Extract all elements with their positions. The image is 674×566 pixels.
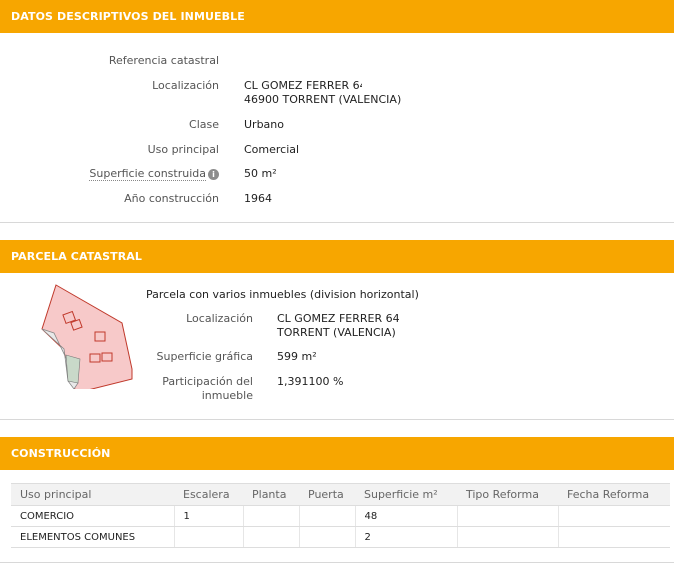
label-anio: Año construcción <box>124 192 219 205</box>
col-puerta: Puerta <box>299 483 355 506</box>
value-parcela-localizacion-line2: TORRENT (VALENCIA) <box>277 326 396 339</box>
parcel-plot-thumbnail[interactable] <box>28 283 138 389</box>
value-localizacion-line2: 46900 TORRENT (VALENCIA) <box>244 93 402 106</box>
label-uso: Uso principal <box>147 143 219 156</box>
col-escalera: Escalera <box>174 483 243 506</box>
value-parcela-localizacion-line1: CL GOMEZ FERRER 64 <box>277 312 400 325</box>
section-header-datos: DATOS DESCRIPTIVOS DEL INMUEBLE <box>0 0 674 33</box>
construccion-table: Uso principal Escalera Planta Puerta Sup… <box>11 483 670 548</box>
label-referencia: Referencia catastral <box>108 54 219 67</box>
section-header-construccion: CONSTRUCCIÓN <box>0 437 674 470</box>
label-parcela-participacion-line1: Participación del <box>162 375 253 388</box>
cell-uso: ELEMENTOS COMUNES <box>11 526 174 548</box>
cell-planta <box>242 505 299 527</box>
cell-fecha-reforma <box>557 526 670 548</box>
table-row: ELEMENTOS COMUNES 2 <box>11 526 670 548</box>
value-uso: Comercial <box>244 143 300 156</box>
cell-superficie: 2 <box>354 526 457 548</box>
cell-superficie: 48 <box>354 505 457 527</box>
value-superficie: 50 m² <box>244 167 277 180</box>
section-header-parcela: PARCELA CATASTRAL <box>0 240 674 273</box>
table-header-row: Uso principal Escalera Planta Puerta Sup… <box>11 483 670 506</box>
parcel-green-area <box>65 354 81 384</box>
datos-panel: Referencia catastral Localización CL GOM… <box>0 33 674 223</box>
value-parcela-participacion: 1,391100 % <box>277 375 344 388</box>
cell-planta <box>242 526 299 548</box>
cell-uso: COMERCIO <box>11 505 174 527</box>
label-localizacion: Localización <box>152 79 219 92</box>
label-parcela-superficie: Superficie gráfica <box>156 350 254 363</box>
value-localizacion-line1: CL GOMEZ FERRER 64 E <box>244 79 362 92</box>
cell-fecha-reforma <box>557 505 670 527</box>
parcela-panel: Parcela con varios inmuebles (division h… <box>0 273 674 420</box>
info-icon[interactable]: i <box>208 169 219 180</box>
col-planta: Planta <box>243 483 299 506</box>
parcela-description: Parcela con varios inmuebles (division h… <box>146 288 419 301</box>
value-parcela-superficie: 599 m² <box>277 350 317 363</box>
col-uso-principal: Uso principal <box>11 483 174 506</box>
cell-tipo-reforma <box>456 505 558 527</box>
cell-puerta <box>298 526 355 548</box>
cell-escalera <box>173 526 243 548</box>
label-parcela-localizacion: Localización <box>186 312 253 325</box>
label-parcela-participacion-line2: inmueble <box>201 389 253 402</box>
value-anio: 1964 <box>244 192 272 205</box>
value-clase: Urbano <box>244 118 284 131</box>
col-fecha-reforma: Fecha Reforma <box>558 483 670 506</box>
table-row: COMERCIO 1 48 <box>11 505 670 527</box>
label-superficie: Superficie construida i <box>0 167 219 181</box>
col-tipo-reforma: Tipo Reforma <box>457 483 558 506</box>
col-superficie: Superficie m² <box>355 483 457 506</box>
cell-escalera: 1 <box>173 505 243 527</box>
cell-puerta <box>298 505 355 527</box>
cell-tipo-reforma <box>456 526 558 548</box>
label-superficie-text: Superficie construida <box>89 167 206 181</box>
label-clase: Clase <box>189 118 219 131</box>
